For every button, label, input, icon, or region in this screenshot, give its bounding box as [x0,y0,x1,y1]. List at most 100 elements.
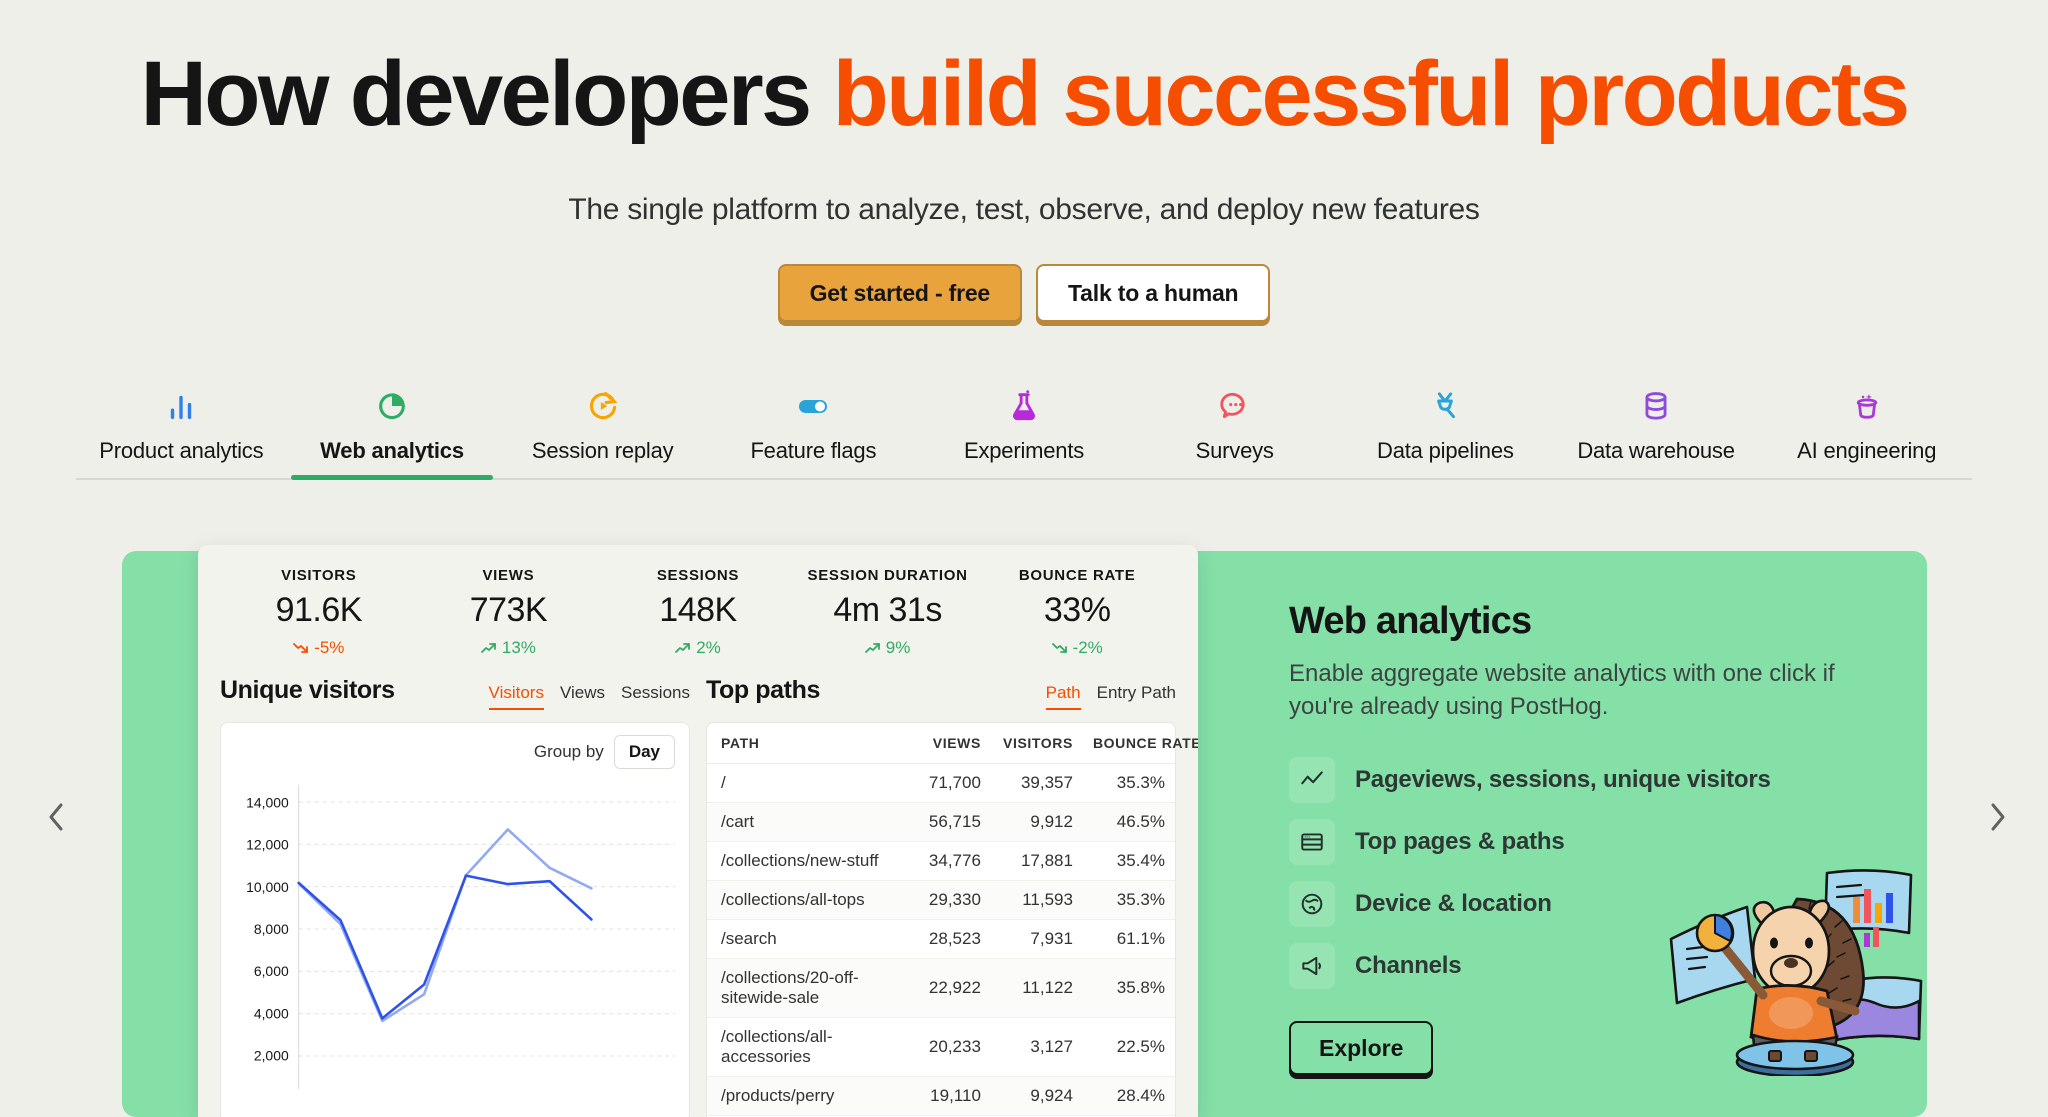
metric-label: VISITORS [281,567,357,584]
visitors-cell: 9,924 [990,1076,1083,1116]
column-header-bounce-rate[interactable]: BOUNCE RATE [1082,723,1198,764]
metric-delta: 2% [603,638,793,658]
table-row[interactable]: /collections/new-stuff 34,776 17,881 35.4% [707,841,1175,881]
table-row[interactable]: /collections/all-accessories 20,233 3,127 2… [707,1017,1175,1077]
bounce-rate-cell: 35.3% [1082,763,1175,803]
path-cell: /cart [707,802,899,842]
paths-table-card: PATH VIEWS VISITORS BOUNCE RATE /71,700 3… [706,722,1198,1117]
views-cell: 56,715 [898,802,991,842]
views-cell: 28,523 [898,919,991,959]
views-cell: 20,233 [898,1017,991,1077]
metric-label: SESSION DURATION [807,567,968,584]
table-row[interactable]: /71,700 39,357 35.3% [707,763,1175,803]
tab-surveys[interactable]: Surveys [1129,386,1340,478]
page-title-accent: build successful products [832,43,1911,145]
trend-up-icon [675,643,691,653]
table-body: /71,700 39,357 35.3%/cart 56,715 9,912 46.5% /… [707,763,1175,1117]
tab-label: Data warehouse [1577,438,1735,463]
views-cell: 19,110 [898,1076,991,1116]
path-cell: / [707,763,899,803]
paths-tab-entry-path[interactable]: Entry Path [1097,683,1176,710]
tab-session-replay[interactable]: Session replay [497,386,708,478]
metric-label: BOUNCE RATE [1018,567,1136,584]
metric-views: VIEWS 773K 13% [414,567,604,658]
metric-label: VIEWS [482,567,535,584]
metric-value: 148K [659,591,737,629]
line-chart-icon [1289,757,1335,803]
visitors-line-chart: 2,000 4,000 6,000 8,000 10,000 12,000 14,000 [221,775,689,1115]
metric-sessions: SESSIONS 148K 2% [603,567,793,658]
carousel-prev-button[interactable] [35,795,79,839]
pie-chart-icon [375,386,409,426]
tab-label: Data pipelines [1377,438,1514,463]
metric-delta-value: 13% [501,638,536,657]
group-by-select[interactable]: Day [613,735,675,769]
chart-panel-tabs: Visitors Views Sessions [488,683,690,710]
bounce-rate-cell: 35.4% [1082,841,1175,881]
visitors-cell: 11,593 [990,880,1083,920]
paths-tab-path[interactable]: Path [1045,683,1081,710]
explore-button[interactable]: Explore [1289,1021,1434,1075]
metric-value: 91.6K [275,591,363,629]
metric-delta-value: 9% [885,638,911,657]
tab-product-analytics[interactable]: Product analytics [76,386,287,478]
column-header-views[interactable]: VIEWS [898,723,991,764]
tab-web-analytics[interactable]: Web analytics [287,386,498,480]
path-cell: /collections/all-tops [707,880,899,920]
table-row[interactable]: /cart 56,715 9,912 46.5% [707,802,1175,842]
chart-tab-views[interactable]: Views [560,683,605,710]
y-axis-tick-label: 2,000 [254,1048,289,1064]
visitors-cell: 39,357 [990,763,1083,803]
table-row[interactable]: /search 28,523 7,931 61.1% [707,919,1175,959]
get-started-button[interactable]: Get started - free [777,264,1023,322]
metric-delta-value: 2% [696,638,721,657]
megaphone-icon [1289,943,1335,989]
bar-chart-icon [164,386,198,426]
chevron-right-icon [1991,803,2005,831]
tab-data-pipelines[interactable]: Data pipelines [1340,386,1551,478]
chart-tab-sessions[interactable]: Sessions [621,683,690,710]
panel-description: Enable aggregate website analytics with … [1289,660,1835,720]
tab-feature-flags[interactable]: Feature flags [708,386,919,478]
metric-value: 33% [1043,591,1111,629]
y-axis-tick-label: 10,000 [246,879,289,895]
dashboard-preview-card: VISITORS 91.6K -5% VIEWS 773K 13% SESSIO… [198,545,1198,1117]
flask-icon [1007,386,1041,426]
chat-bubble-icon [1218,386,1252,426]
table-row[interactable]: /products/perry 19,110 9,924 28.4% [707,1076,1175,1116]
column-header-visitors[interactable]: VISITORS [990,723,1083,764]
table-row[interactable]: /collections/all-tops 29,330 11,593 35.3% [707,880,1175,920]
globe-icon [1289,881,1335,927]
chart-tab-visitors[interactable]: Visitors [488,683,544,710]
group-by-control: Group by Day [235,735,675,769]
visitors-cell: 3,127 [990,1017,1083,1077]
talk-to-human-button[interactable]: Talk to a human [1036,264,1271,322]
metric-delta: -2% [982,638,1172,658]
panel-title: Web analytics [1289,600,1532,642]
tab-label: Surveys [1195,438,1274,463]
path-cell: /search [707,919,899,959]
tab-experiments[interactable]: Experiments [919,386,1130,478]
page-title: How developers build successful products [0,42,2048,146]
tab-label: AI engineering [1797,438,1937,463]
views-cell: 29,330 [898,880,991,920]
paths-panel-tabs: Path Entry Path [1045,683,1176,710]
tab-label: Experiments [963,438,1085,463]
metric-delta: 9% [793,638,983,658]
trend-down-green-icon [1051,643,1067,653]
plug-icon [1428,386,1462,426]
bounce-rate-cell: 22.5% [1082,1017,1175,1077]
product-tabs: Product analytics Web analytics Session … [76,386,1972,480]
chevron-left-icon [49,803,63,831]
table-row[interactable]: /collections/20-off-sitewide-sale 22,922 1… [707,958,1175,1018]
feature-label: Top pages & paths [1355,828,1565,855]
carousel-next-button[interactable] [1975,795,2019,839]
tab-label: Feature flags [750,438,877,463]
tab-data-warehouse[interactable]: Data warehouse [1551,386,1762,478]
tab-ai-engineering[interactable]: AI engineering [1761,386,1972,478]
cta-row: Get started - free Talk to a human [0,264,2048,322]
metric-delta-value: -5% [314,638,345,657]
bounce-rate-cell: 46.5% [1082,802,1175,842]
metric-value: 773K [469,591,548,629]
column-header-path[interactable]: PATH [707,723,899,764]
